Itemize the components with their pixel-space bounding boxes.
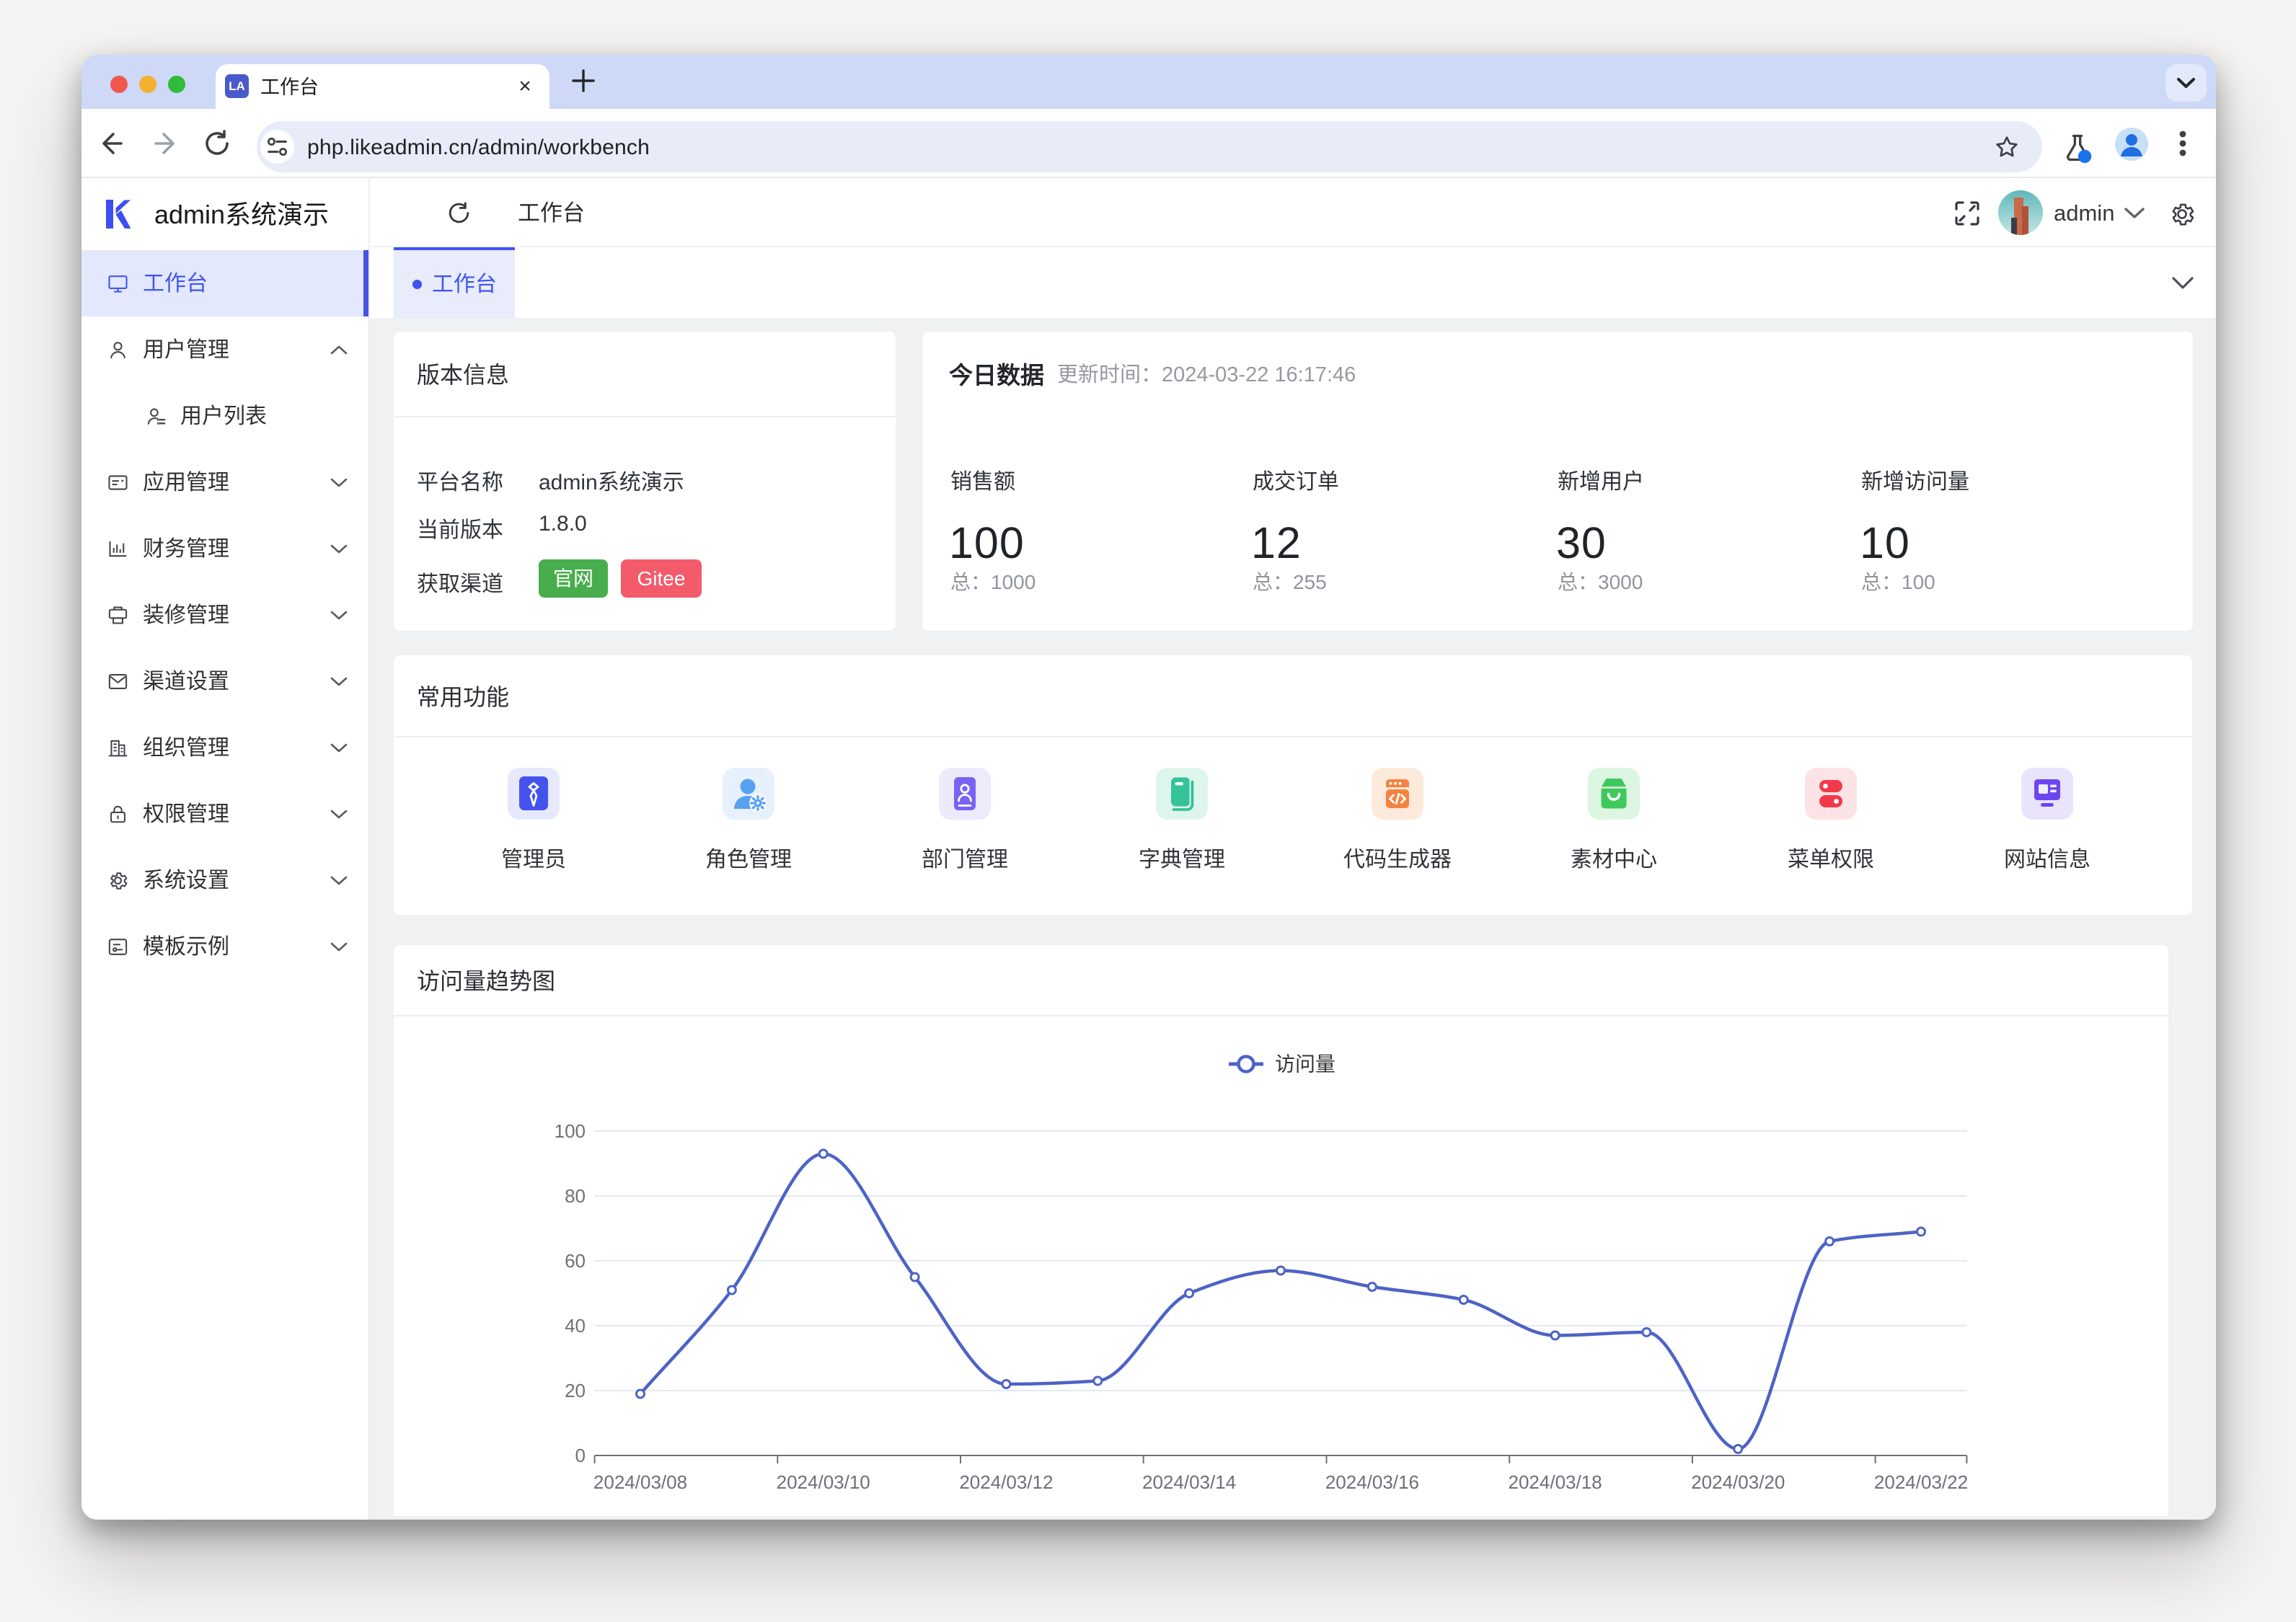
svg-text:2024/03/18: 2024/03/18 [1509,1471,1602,1493]
svg-text:80: 80 [565,1185,586,1207]
svg-text:100: 100 [555,1120,586,1142]
svg-text:0: 0 [575,1445,586,1466]
svg-text:2024/03/12: 2024/03/12 [959,1471,1053,1493]
svg-text:2024/03/08: 2024/03/08 [593,1471,687,1493]
svg-text:访问量: 访问量 [1275,1053,1335,1076]
svg-text:40: 40 [565,1315,586,1337]
svg-text:60: 60 [565,1250,586,1272]
svg-text:20: 20 [565,1380,586,1401]
svg-text:2024/03/14: 2024/03/14 [1142,1471,1236,1493]
svg-text:2024/03/16: 2024/03/16 [1325,1471,1419,1493]
svg-text:2024/03/10: 2024/03/10 [777,1471,870,1493]
svg-text:2024/03/22: 2024/03/22 [1874,1471,1968,1493]
svg-text:2024/03/20: 2024/03/20 [1691,1471,1785,1493]
